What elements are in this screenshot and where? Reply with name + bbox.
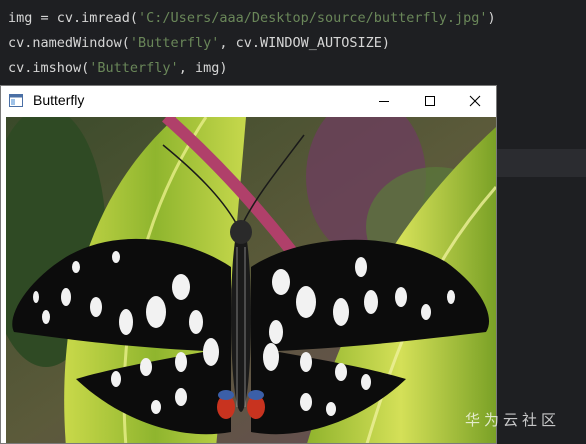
code-text: ): [487, 10, 496, 26]
code-text: cv.imshow(: [8, 60, 90, 76]
watermark: 华为云社区: [465, 411, 561, 429]
close-button[interactable]: [452, 86, 498, 116]
string-literal: 'Butterfly': [89, 60, 179, 76]
code-line-3: cv.imshow('Butterfly', img): [8, 60, 227, 76]
code-text: , cv.WINDOW_AUTOSIZE): [219, 35, 391, 51]
app-window-icon: [9, 94, 23, 107]
butterfly-image: [6, 117, 496, 443]
opencv-window[interactable]: Butterfly: [0, 85, 497, 444]
code-text: cv.namedWindow(: [8, 35, 130, 51]
maximize-button[interactable]: [407, 86, 453, 116]
minimize-icon: [379, 101, 389, 102]
butterfly-photo: [6, 117, 496, 443]
minimize-button[interactable]: [361, 86, 407, 116]
string-literal: 'Butterfly': [129, 35, 220, 51]
code-line-2: cv.namedWindow('Butterfly', cv.WINDOW_AU…: [8, 35, 390, 51]
window-title: Butterfly: [33, 92, 85, 108]
code-text: , img): [178, 60, 228, 76]
close-icon: [469, 95, 481, 107]
maximize-icon: [425, 96, 435, 106]
string-literal: 'C:/Users/aaa/Desktop/source/butterfly.j…: [138, 10, 488, 26]
code-line-1: img = cv.imread('C:/Users/aaa/Desktop/so…: [8, 10, 496, 26]
window-titlebar[interactable]: Butterfly: [1, 86, 496, 116]
code-text: img = cv.imread(: [8, 10, 139, 26]
current-line-highlight: [497, 149, 586, 177]
